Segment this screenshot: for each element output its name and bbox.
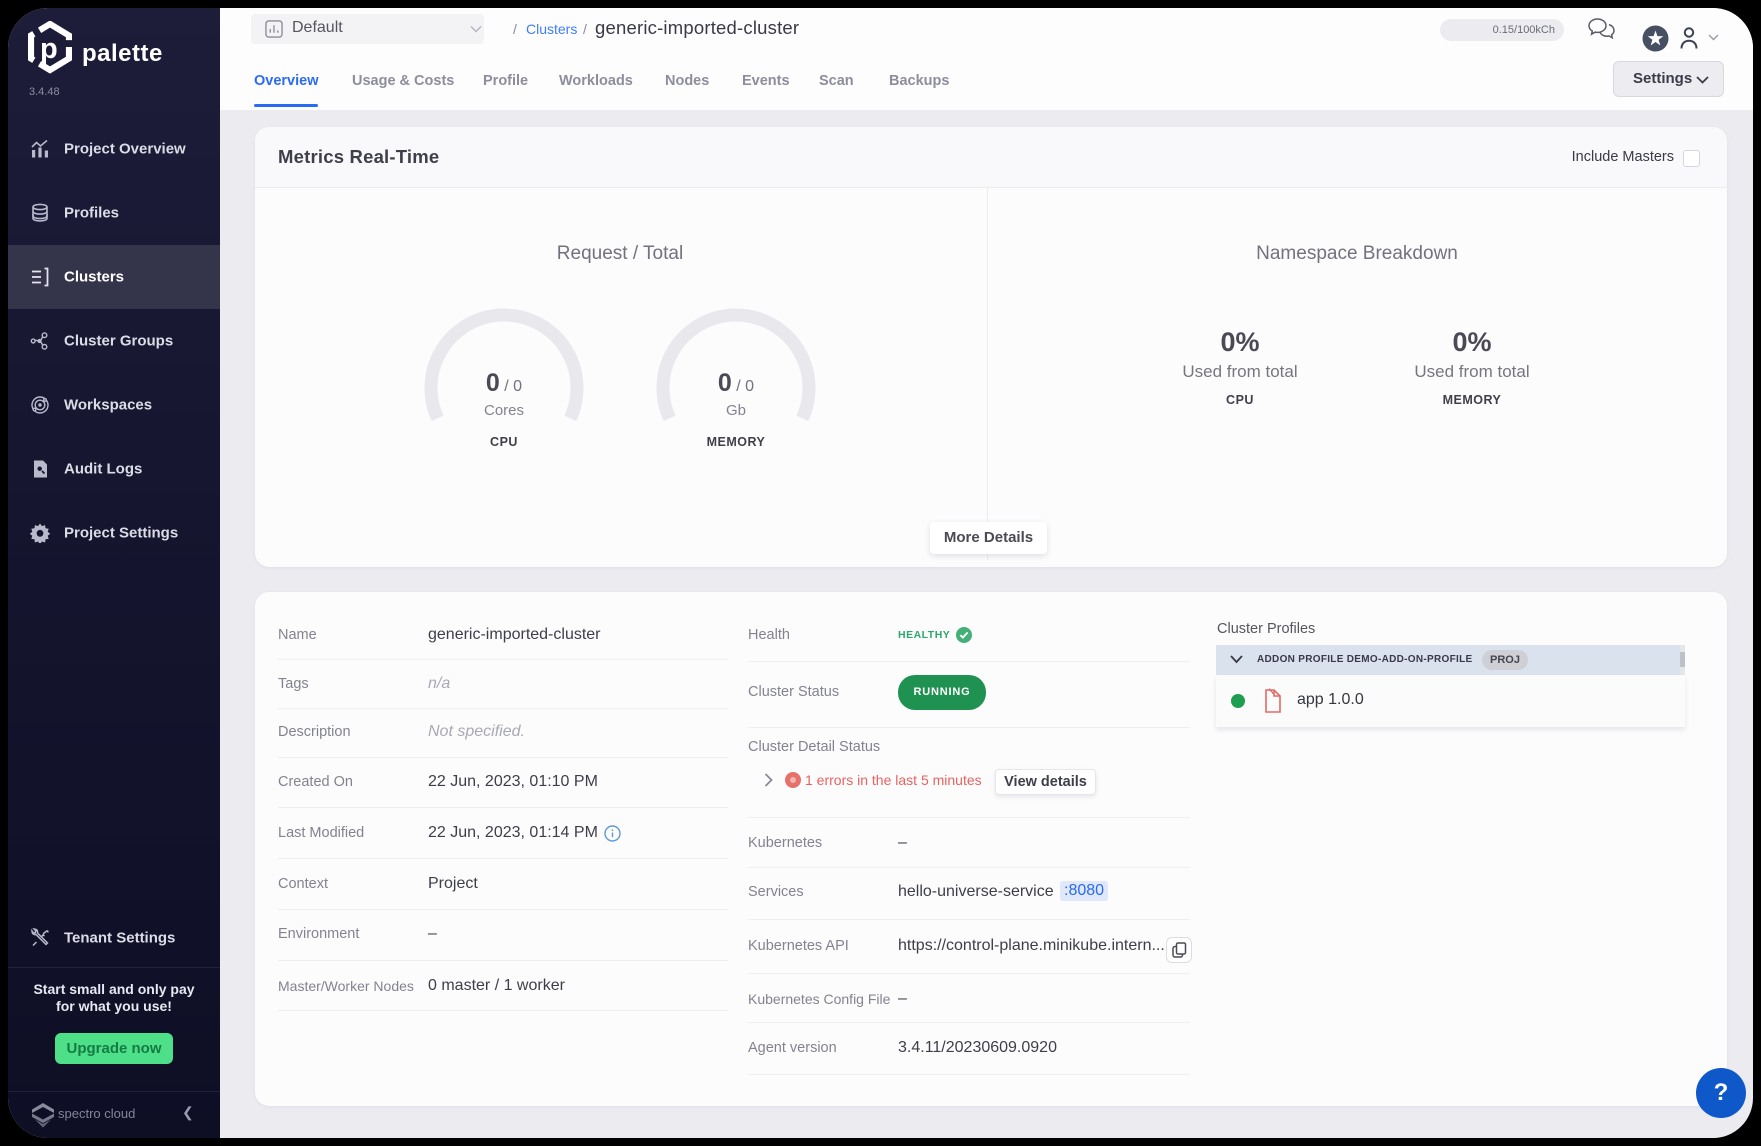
svg-text:p: p (40, 33, 58, 65)
